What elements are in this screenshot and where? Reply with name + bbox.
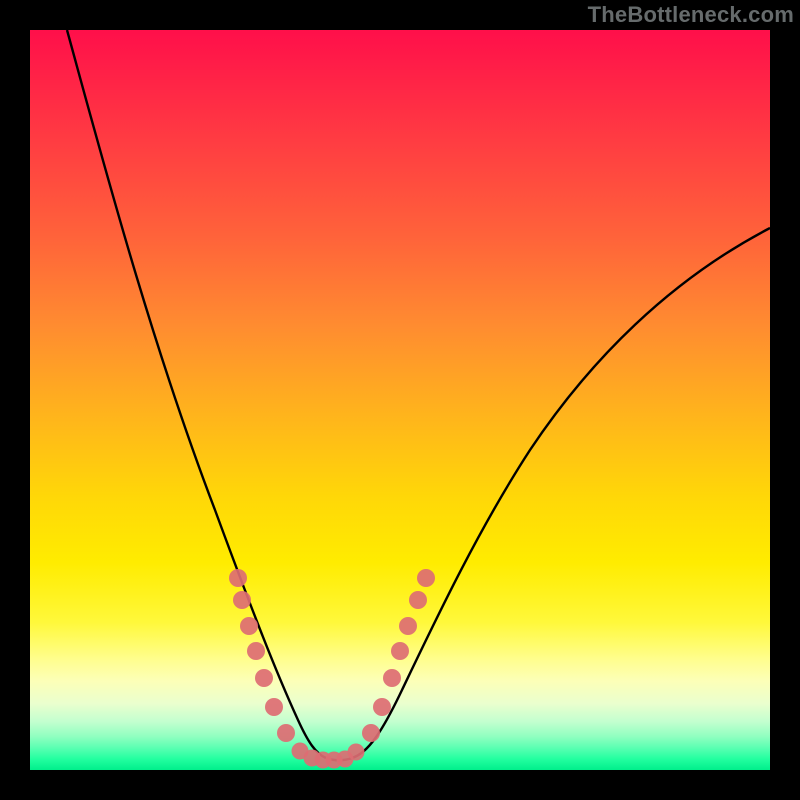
curve-layer [30, 30, 770, 770]
plot-area [30, 30, 770, 770]
chart-frame: TheBottleneck.com [0, 0, 800, 800]
marker-dots [229, 569, 435, 769]
watermark-text: TheBottleneck.com [588, 2, 794, 28]
bottleneck-curve [67, 30, 770, 760]
